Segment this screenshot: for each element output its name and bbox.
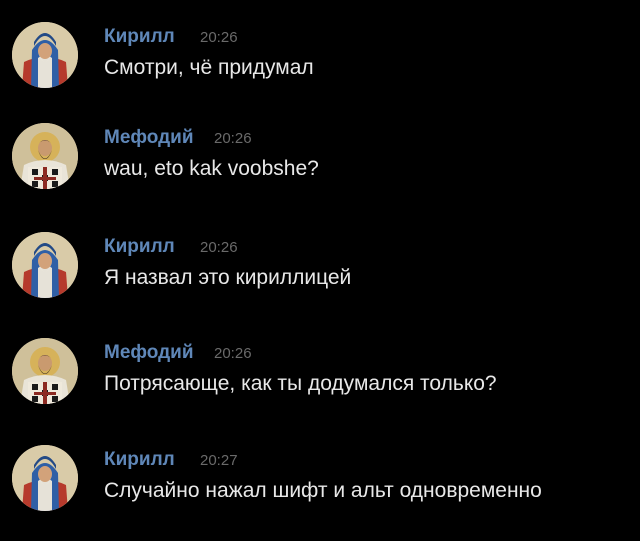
chat-message: Кирилл 20:26 Смотри, чё придумал xyxy=(0,22,640,118)
mefody-icon xyxy=(12,338,78,404)
chat-message-list: Кирилл 20:26 Смотри, чё придумал Мефодий… xyxy=(0,0,640,532)
chat-message: Кирилл 20:26 Я назвал это кириллицей xyxy=(0,232,640,328)
message-text: Смотри, чё придумал xyxy=(104,56,314,79)
message-timestamp: 20:26 xyxy=(200,239,238,256)
message-text: Потрясающе, как ты додумался только? xyxy=(104,372,497,395)
message-timestamp: 20:27 xyxy=(200,452,238,469)
message-timestamp: 20:26 xyxy=(214,345,252,362)
chat-message: Мефодий 20:26 wau, eto kak voobshe? xyxy=(0,123,640,219)
kirill-avatar[interactable] xyxy=(12,445,78,511)
message-author[interactable]: Мефодий xyxy=(104,127,194,149)
message-author[interactable]: Мефодий xyxy=(104,342,194,364)
kirill-avatar[interactable] xyxy=(12,22,78,88)
message-author[interactable]: Кирилл xyxy=(104,449,175,471)
message-timestamp: 20:26 xyxy=(214,130,252,147)
message-text: Я назвал это кириллицей xyxy=(104,266,352,289)
kirill-icon xyxy=(12,445,78,511)
message-author[interactable]: Кирилл xyxy=(104,236,175,258)
mefody-icon xyxy=(12,123,78,189)
message-timestamp: 20:26 xyxy=(200,29,238,46)
message-text: wau, eto kak voobshe? xyxy=(104,157,319,180)
kirill-avatar[interactable] xyxy=(12,232,78,298)
message-text: Случайно нажал шифт и альт одновременно xyxy=(104,479,542,502)
mefody-avatar[interactable] xyxy=(12,123,78,189)
chat-message: Мефодий 20:26 Потрясающе, как ты додумал… xyxy=(0,338,640,434)
kirill-icon xyxy=(12,232,78,298)
message-author[interactable]: Кирилл xyxy=(104,26,175,48)
mefody-avatar[interactable] xyxy=(12,338,78,404)
chat-message: Кирилл 20:27 Случайно нажал шифт и альт … xyxy=(0,445,640,541)
kirill-icon xyxy=(12,22,78,88)
